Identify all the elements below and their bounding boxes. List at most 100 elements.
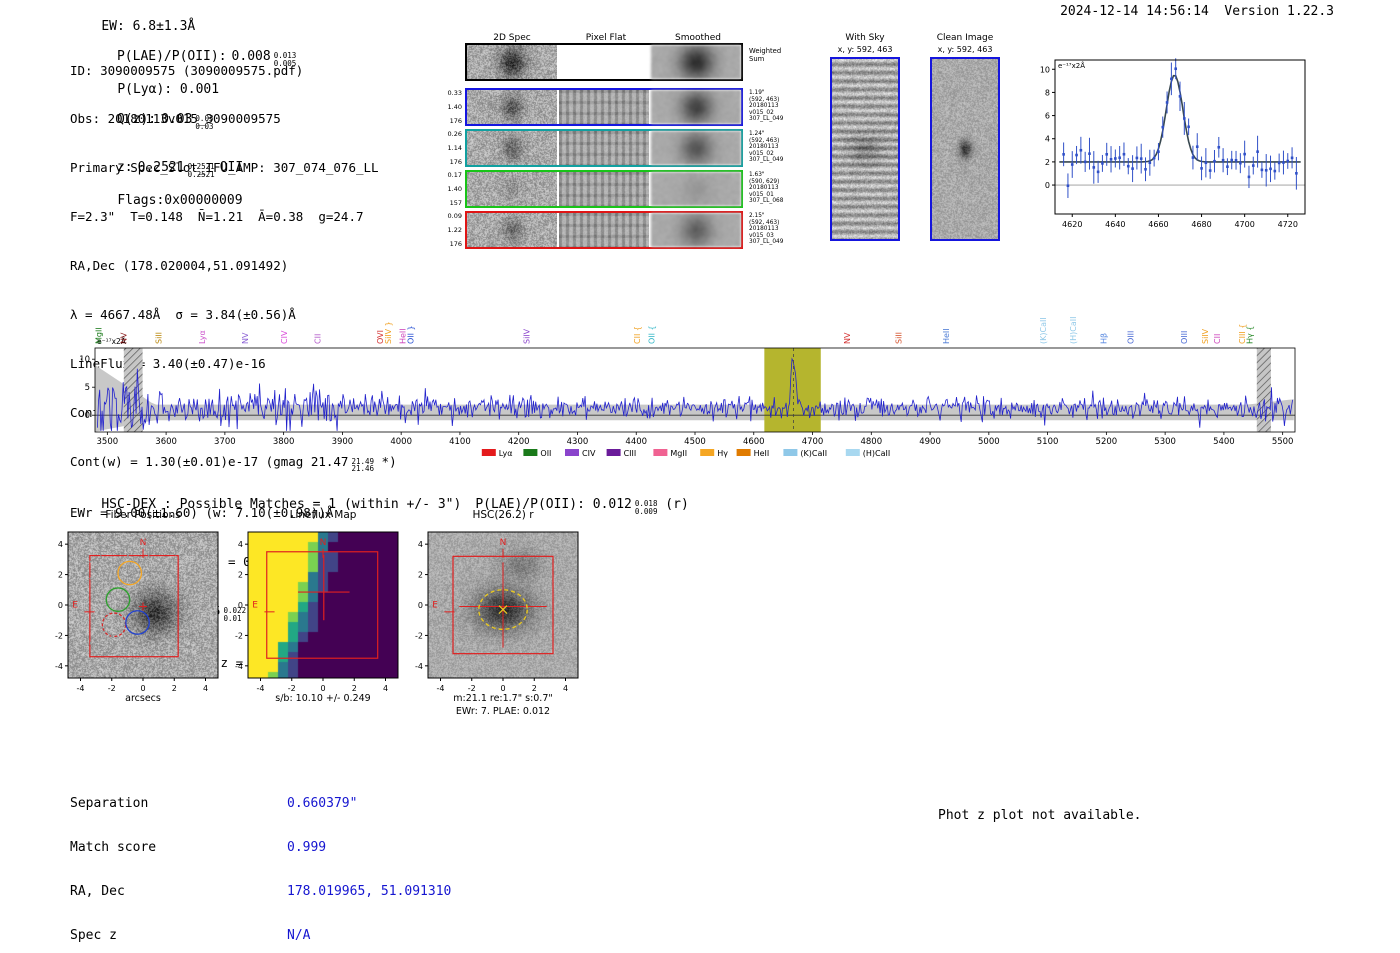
timestamp: 2024-12-14 14:56:14 Version 1.22.3 <box>1060 4 1334 19</box>
svg-text:Hγ: Hγ <box>717 449 728 458</box>
svg-text:CII {: CII { <box>633 326 642 344</box>
lineflux-map-panel: Lineflux Map -4 -4 -2 -2 0 0 2 2 4 4 N E s/b: 10.10… <box>216 505 406 720</box>
svg-text:0: 0 <box>238 601 243 610</box>
fiber-positions-panel: Fiber Positions -4 -4 -2 -2 0 0 2 2 4 4 N E arcsecs <box>36 505 226 720</box>
fiber-xy: (590, 629) <box>749 178 780 185</box>
fiber-distance: 2.15" <box>749 213 765 219</box>
fiber3-pixelflat-image <box>559 172 649 206</box>
clean-image-title: Clean Image <box>936 33 994 43</box>
svg-text:4700: 4700 <box>802 437 824 447</box>
svg-text:-2: -2 <box>108 684 116 693</box>
svg-text:4: 4 <box>1045 135 1050 144</box>
clean-image <box>932 59 998 239</box>
fiber-number: 176 <box>449 158 462 166</box>
svg-text:4900: 4900 <box>919 437 941 447</box>
weighted-smoothed-image <box>651 45 741 79</box>
svg-text:-4: -4 <box>415 662 423 671</box>
row-value: N/A <box>287 927 311 943</box>
svg-text:5: 5 <box>85 383 90 393</box>
svg-text:OII {: OII { <box>648 325 657 344</box>
svg-text:4: 4 <box>238 540 243 549</box>
fiber-date: 20180113 <box>749 185 779 192</box>
svg-text:6: 6 <box>1045 112 1050 121</box>
match-plae-uncertainty: 0.018 0.009 <box>635 500 658 515</box>
svg-text:5300: 5300 <box>1154 437 1176 447</box>
svg-text:2: 2 <box>58 571 63 580</box>
svg-text:Lyα: Lyα <box>499 449 513 458</box>
fiber3-2dspec-image <box>467 172 557 206</box>
svg-text:E: E <box>72 600 78 610</box>
svg-text:MgII: MgII <box>670 449 687 458</box>
info-obs: Obs: 20180113v015_3090009575 <box>70 111 281 127</box>
svg-text:MgII: MgII <box>95 327 104 344</box>
svg-text:10: 10 <box>1040 65 1050 74</box>
svg-text:OIII: OIII <box>1126 331 1135 344</box>
fiber-amp: 307_LL_049 <box>749 116 784 123</box>
fiber-distance: 1.19" <box>749 90 765 96</box>
fiber2-smoothed-image <box>651 131 741 165</box>
svg-text:(K)CaII: (K)CaII <box>1039 317 1048 344</box>
with-sky-title: With Sky <box>845 33 885 43</box>
fiber-date: 20180113 <box>749 144 779 151</box>
svg-text:0: 0 <box>1045 181 1050 190</box>
svg-text:Hγ {: Hγ { <box>1246 326 1255 344</box>
fiber-xy: (592, 463) <box>749 96 780 103</box>
svg-text:5400: 5400 <box>1213 437 1235 447</box>
svg-text:NV: NV <box>843 332 852 344</box>
svg-text:(K)CaII: (K)CaII <box>800 449 827 458</box>
magnitude-label: m:21.1 re:1.7" s:0.7" <box>453 693 553 704</box>
svg-text:3800: 3800 <box>273 437 295 447</box>
spec2d-row-fiber-3 <box>465 170 743 208</box>
fiber2-pixelflat-image <box>559 131 649 165</box>
catalog-match-table: Separation 0.660379" Match score 0.999 RA,… <box>70 768 451 953</box>
svg-text:NV: NV <box>241 332 250 344</box>
svg-text:-4: -4 <box>77 684 85 693</box>
svg-text:5500: 5500 <box>1272 437 1294 447</box>
clean-image-coords: x, y: 592, 463 <box>937 45 993 54</box>
svg-text:SiII: SiII <box>894 332 903 344</box>
svg-text:4400: 4400 <box>625 437 647 447</box>
weighted-2dspec-image <box>467 45 557 79</box>
weighted-pixelflat-image <box>559 45 649 79</box>
svg-text:CIV: CIV <box>280 330 289 344</box>
fiber1-weights: 0.33 1.40 176 <box>438 88 462 126</box>
svg-text:CIII: CIII <box>624 449 637 458</box>
svg-text:4680: 4680 <box>1191 220 1211 229</box>
svg-text:4500: 4500 <box>684 437 706 447</box>
svg-text:4300: 4300 <box>567 437 589 447</box>
svg-text:4620: 4620 <box>1062 220 1082 229</box>
svg-text:2: 2 <box>238 571 243 580</box>
spec2d-row-fiber-1 <box>465 88 743 126</box>
row-value: 0.999 <box>287 839 327 855</box>
weighted-sum-label: Weighted Sum <box>749 47 781 63</box>
svg-text:4600: 4600 <box>743 437 765 447</box>
svg-text:4660: 4660 <box>1148 220 1168 229</box>
fiber-exposure: v015_02 <box>749 109 774 116</box>
svg-text:CII: CII <box>314 334 323 344</box>
svg-text:4640: 4640 <box>1105 220 1125 229</box>
svg-text:N: N <box>500 538 507 548</box>
row-value: 0.660379" <box>287 796 358 812</box>
spec2d-row-fiber-4 <box>465 211 743 249</box>
svg-text:OII }: OII } <box>407 325 416 344</box>
svg-text:SiIV: SiIV <box>522 328 531 344</box>
match-plae-minus: 0.009 <box>634 506 658 516</box>
fiber-chi2: 1.14 <box>447 144 462 152</box>
svg-text:4200: 4200 <box>508 437 530 447</box>
row-label: Separation <box>70 796 149 812</box>
fiber-number: 176 <box>449 240 462 248</box>
svg-text:4100: 4100 <box>449 437 471 447</box>
svg-text:CIV: CIV <box>582 449 596 458</box>
svg-text:4: 4 <box>383 684 388 693</box>
fiber-date: 20180113 <box>749 226 779 233</box>
svg-text:0: 0 <box>58 601 63 610</box>
fiber1-annotation: 1.19" (592, 463) 20180113 v015_02 307_LL_049 <box>749 90 783 123</box>
svg-text:4: 4 <box>418 540 423 549</box>
match-plae-band: (r) <box>657 497 689 512</box>
table-row: RA, Dec 178.019965, 51.091310 <box>70 884 451 900</box>
info-id: ID: 3090009575 (3090009575.pdf) <box>70 62 304 78</box>
weighted-label-line: Sum <box>749 54 765 63</box>
svg-text:OIII: OIII <box>1180 331 1189 344</box>
svg-text:NV: NV <box>120 332 129 344</box>
svg-text:4800: 4800 <box>860 437 882 447</box>
